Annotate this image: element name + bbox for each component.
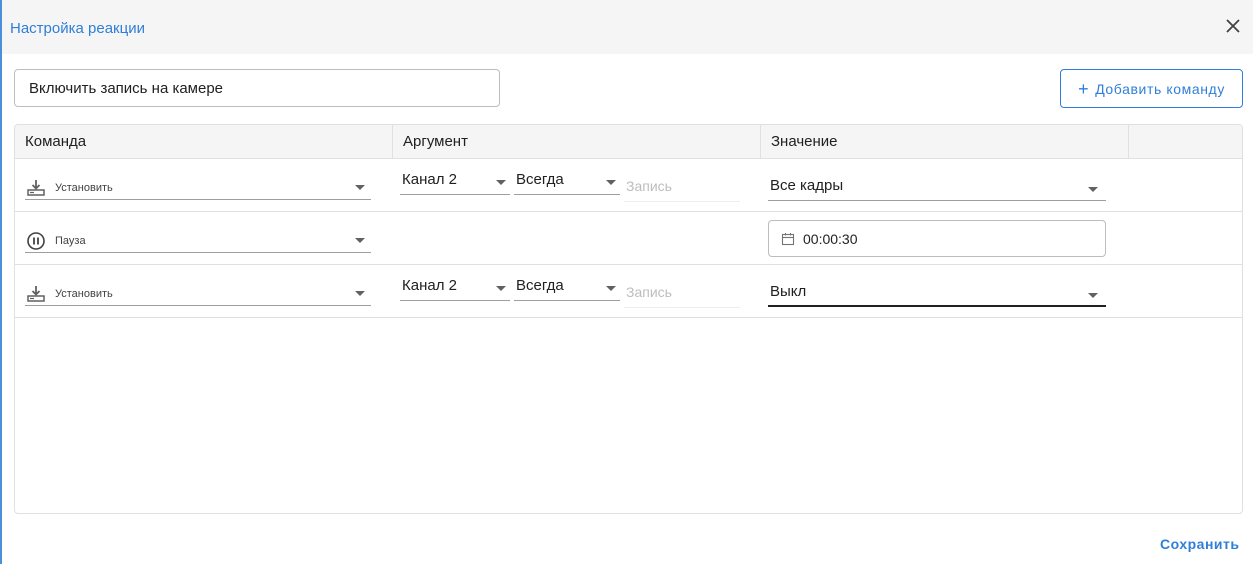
- record-argument-field[interactable]: Запись: [624, 178, 740, 202]
- column-header-empty: [1129, 125, 1242, 159]
- chevron-down-icon: [1088, 187, 1098, 192]
- command-label: Установить: [55, 181, 113, 194]
- chevron-down-icon: [496, 180, 506, 185]
- command-select[interactable]: Установить: [25, 176, 371, 200]
- download-set-icon: [25, 178, 47, 198]
- chevron-down-icon: [355, 185, 365, 190]
- chevron-down-icon: [606, 180, 616, 185]
- channel-select[interactable]: Канал 2: [400, 277, 510, 301]
- command-label: Установить: [55, 287, 113, 300]
- chevron-down-icon: [355, 238, 365, 243]
- plus-icon: +: [1078, 78, 1090, 99]
- column-header-argument: Аргумент: [393, 125, 761, 159]
- table-row: Установить Канал 2 Всегда Запись Все кад…: [15, 159, 1242, 212]
- chevron-down-icon: [496, 286, 506, 291]
- calendar-icon: [781, 232, 795, 246]
- command-label: Пауза: [55, 234, 86, 247]
- dialog-title: Настройка реакции: [10, 20, 145, 37]
- channel-value: Канал 2: [402, 277, 457, 294]
- table-row: Установить Канал 2 Всегда Запись Выкл: [15, 265, 1242, 318]
- chevron-down-icon: [1088, 293, 1098, 298]
- add-command-label: Добавить команду: [1095, 80, 1225, 97]
- pause-circle-icon: [25, 231, 47, 251]
- column-header-value: Значение: [761, 125, 1129, 159]
- mode-value: Всегда: [516, 277, 564, 294]
- download-set-icon: [25, 284, 47, 304]
- value-select[interactable]: Все кадры: [768, 177, 1106, 201]
- reaction-settings-dialog: Настройка реакции + Добавить команду Ком…: [0, 0, 1253, 564]
- value-label: Все кадры: [770, 177, 844, 194]
- command-select[interactable]: Установить: [25, 282, 371, 306]
- duration-input[interactable]: 00:00:30: [768, 220, 1106, 257]
- add-command-button[interactable]: + Добавить команду: [1060, 69, 1243, 108]
- table-row: Пауза 00:00:30: [15, 212, 1242, 265]
- channel-select[interactable]: Канал 2: [400, 171, 510, 195]
- reaction-name-input[interactable]: [14, 69, 500, 107]
- dialog-header: Настройка реакции: [2, 0, 1253, 54]
- duration-value: 00:00:30: [803, 230, 858, 247]
- mode-value: Всегда: [516, 171, 564, 188]
- column-header-command: Команда: [15, 125, 393, 159]
- chevron-down-icon: [606, 286, 616, 291]
- commands-table: Команда Аргумент Значение Установить Кан…: [14, 124, 1243, 514]
- save-button[interactable]: Сохранить: [1160, 536, 1239, 552]
- chevron-down-icon: [355, 291, 365, 296]
- value-label: Выкл: [770, 283, 807, 300]
- record-argument-field[interactable]: Запись: [624, 284, 740, 308]
- table-header: Команда Аргумент Значение: [15, 125, 1242, 159]
- command-select[interactable]: Пауза: [25, 229, 371, 253]
- value-select[interactable]: Выкл: [768, 283, 1106, 307]
- close-icon[interactable]: [1223, 16, 1243, 36]
- mode-select[interactable]: Всегда: [514, 171, 620, 195]
- channel-value: Канал 2: [402, 171, 457, 188]
- mode-select[interactable]: Всегда: [514, 277, 620, 301]
